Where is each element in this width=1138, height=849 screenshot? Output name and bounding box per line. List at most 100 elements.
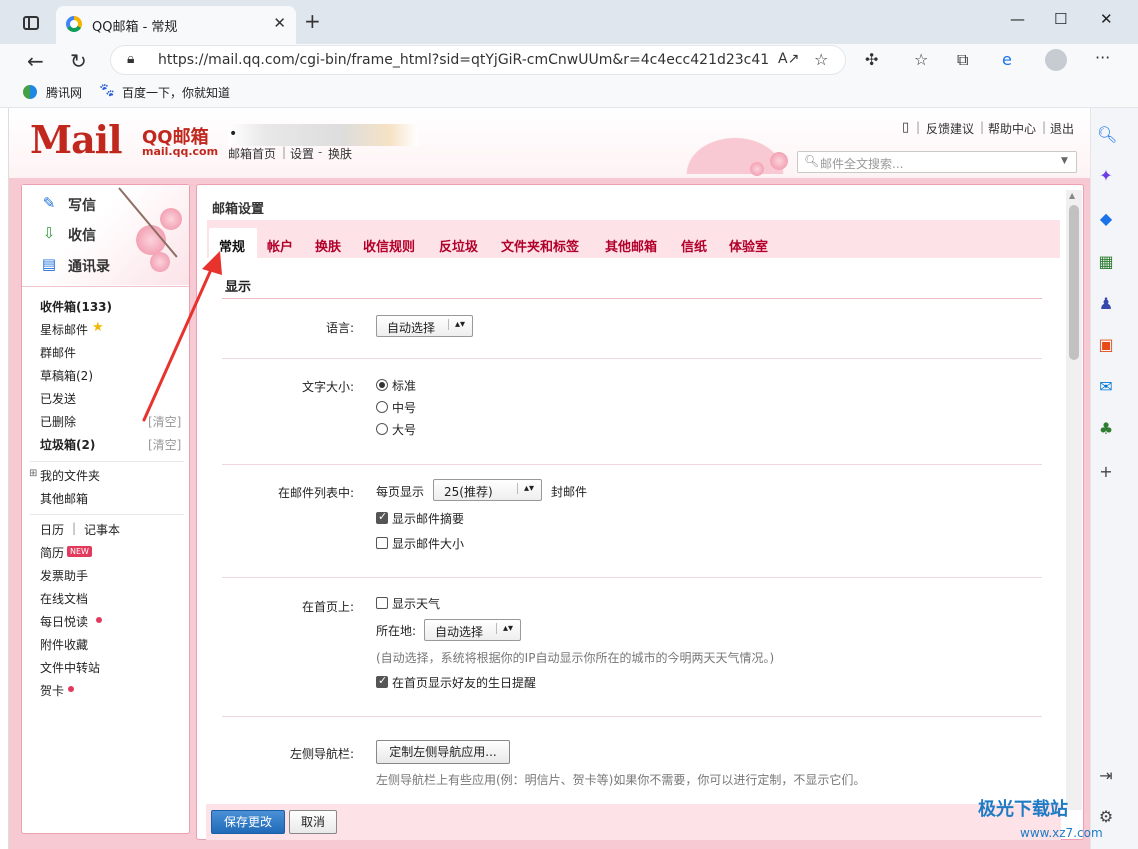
search-sidebar-icon[interactable]: 🔍︎ — [1097, 126, 1117, 144]
favorite-add-icon[interactable]: ☆ — [814, 50, 828, 69]
tree-icon[interactable]: ♣ — [1097, 420, 1115, 438]
back-icon[interactable]: ← — [27, 49, 44, 73]
link-help[interactable]: 帮助中心 — [988, 120, 1036, 137]
bookmark-tencent[interactable]: 腾讯网 — [46, 84, 82, 101]
link-feedback[interactable]: 反馈建议 — [926, 120, 974, 137]
browser-tab[interactable]: QQ邮箱 - 常规 ✕ — [56, 6, 296, 44]
mobile-icon[interactable]: ▯ — [902, 120, 909, 135]
nav-attachments[interactable]: 附件收藏 — [40, 636, 88, 653]
header-separator: | — [282, 145, 287, 159]
folder-spam[interactable]: 垃圾箱(2) — [40, 436, 95, 453]
sidebar-collapse-icon[interactable]: ⇥ — [1097, 767, 1115, 785]
fontsize-large-label[interactable]: 大号 — [392, 421, 416, 438]
fontsize-medium-label[interactable]: 中号 — [392, 399, 416, 416]
tab-actions-icon[interactable] — [23, 16, 39, 30]
location-label: 所在地: — [376, 624, 417, 638]
nav-file-transfer[interactable]: 文件中转站 — [40, 659, 100, 676]
fontsize-large-radio[interactable] — [376, 423, 388, 435]
tools-icon[interactable]: ▦ — [1097, 253, 1115, 271]
nav-receive[interactable]: 收信 — [68, 225, 96, 245]
maximize-icon[interactable]: ☐ — [1054, 10, 1067, 28]
watermark-brand: 极光下载站 — [978, 799, 1068, 820]
show-summary-checkbox[interactable] — [376, 510, 388, 524]
receive-icon: ⇩ — [42, 224, 56, 242]
empty-spam-link[interactable]: [清空] — [148, 436, 181, 453]
fontsize-medium-radio[interactable] — [376, 401, 388, 413]
extensions-icon[interactable]: ✣ — [865, 50, 878, 69]
url-text[interactable]: https://mail.qq.com/cgi-bin/frame_html?s… — [158, 52, 768, 68]
link-mail-home[interactable]: 邮箱首页 — [228, 145, 276, 162]
location-select[interactable]: 自动选择 ▴▾ — [424, 619, 521, 641]
refresh-icon[interactable]: ↻ — [70, 49, 87, 73]
shopping-icon[interactable]: ◆ — [1097, 210, 1115, 228]
nav-daily-read[interactable]: 每日悦读 — [40, 613, 88, 630]
tab-antispam[interactable]: 反垃圾 — [439, 236, 478, 255]
games-icon[interactable]: ♟ — [1097, 295, 1115, 313]
language-select[interactable]: 自动选择 ▴▾ — [376, 315, 473, 337]
bookmark-baidu[interactable]: 百度一下，你就知道 — [122, 84, 230, 101]
show-weather-label[interactable]: 显示天气 — [392, 595, 440, 612]
nav-other-mail[interactable]: 其他邮箱 — [40, 490, 88, 507]
window-close-icon[interactable]: ✕ — [1100, 10, 1113, 28]
customize-leftnav-button[interactable]: 定制左侧导航应用... — [376, 740, 510, 764]
tab-skin[interactable]: 换肤 — [315, 236, 341, 255]
qqmail-logo[interactable]: Mail — [30, 117, 123, 162]
office-icon[interactable]: ▣ — [1097, 336, 1115, 354]
nav-calendar[interactable]: 日历 — [40, 521, 64, 538]
collections-icon[interactable]: ⧉ — [957, 50, 968, 70]
folder-inbox[interactable]: 收件箱(133) — [40, 298, 112, 315]
add-sidebar-icon[interactable]: + — [1097, 463, 1115, 481]
outlook-icon[interactable]: ✉ — [1097, 378, 1115, 396]
nav-contacts[interactable]: 通讯录 — [68, 256, 110, 276]
folder-drafts[interactable]: 草稿箱(2) — [40, 367, 93, 384]
read-aloud-icon[interactable]: A↗ — [778, 51, 799, 67]
link-settings[interactable]: 设置 — [290, 145, 314, 162]
minimize-icon[interactable]: — — [1010, 10, 1025, 28]
tab-rules[interactable]: 收信规则 — [363, 236, 415, 255]
link-logout[interactable]: 退出 — [1050, 120, 1074, 137]
profile-avatar[interactable] — [1045, 49, 1067, 71]
nav-separator: | — [72, 521, 77, 535]
cancel-button[interactable]: 取消 — [289, 810, 337, 834]
copilot-icon[interactable]: ✦ — [1097, 167, 1115, 185]
sidebar-settings-icon[interactable]: ⚙ — [1097, 808, 1115, 826]
show-weather-checkbox[interactable] — [376, 597, 388, 609]
nav-invoice[interactable]: 发票助手 — [40, 567, 88, 584]
nav-write[interactable]: 写信 — [68, 195, 96, 215]
expand-icon[interactable]: ⊞ — [29, 468, 37, 479]
edge-icon[interactable]: e — [1002, 50, 1012, 69]
show-size-label[interactable]: 显示邮件大小 — [392, 535, 464, 552]
more-menu-icon[interactable]: ··· — [1095, 48, 1110, 67]
show-size-checkbox[interactable] — [376, 537, 388, 549]
link-skin[interactable]: 换肤 — [328, 145, 352, 162]
folder-starred[interactable]: 星标邮件 — [40, 321, 88, 338]
save-button[interactable]: 保存更改 — [211, 810, 285, 834]
tab-account[interactable]: 帐户 — [267, 236, 293, 255]
fontsize-standard-radio[interactable] — [376, 379, 388, 391]
nav-resume[interactable]: 简历 — [40, 544, 64, 561]
new-tab-icon[interactable]: + — [304, 11, 321, 31]
show-summary-label[interactable]: 显示邮件摘要 — [392, 510, 464, 527]
tab-stationery[interactable]: 信纸 — [681, 236, 707, 255]
nav-my-folders[interactable]: 我的文件夹 — [40, 467, 100, 484]
folder-sent[interactable]: 已发送 — [40, 390, 76, 407]
scrollbar-thumb[interactable] — [1069, 205, 1079, 360]
birthday-checkbox[interactable] — [376, 674, 388, 688]
favorites-icon[interactable]: ☆ — [914, 50, 928, 69]
tab-lab[interactable]: 体验室 — [729, 236, 768, 255]
search-dropdown-icon[interactable]: ▼ — [1061, 156, 1068, 166]
per-page-select[interactable]: 25(推荐) ▴▾ — [433, 479, 542, 501]
per-page-value: 25(推荐) — [444, 485, 493, 499]
lock-icon[interactable]: 🔒︎ — [127, 51, 134, 67]
scroll-up-icon[interactable]: ▲ — [1069, 191, 1075, 200]
tab-folders-labels[interactable]: 文件夹和标签 — [501, 236, 579, 255]
nav-cards[interactable]: 贺卡 — [40, 682, 64, 699]
nav-notes[interactable]: 记事本 — [84, 521, 120, 538]
folder-deleted[interactable]: 已删除 — [40, 413, 76, 430]
tab-other-mail[interactable]: 其他邮箱 — [605, 236, 657, 255]
birthday-label[interactable]: 在首页显示好友的生日提醒 — [392, 674, 536, 691]
nav-docs[interactable]: 在线文档 — [40, 590, 88, 607]
tab-close-icon[interactable]: ✕ — [273, 14, 286, 32]
fontsize-standard-label[interactable]: 标准 — [392, 377, 416, 394]
folder-group[interactable]: 群邮件 — [40, 344, 76, 361]
